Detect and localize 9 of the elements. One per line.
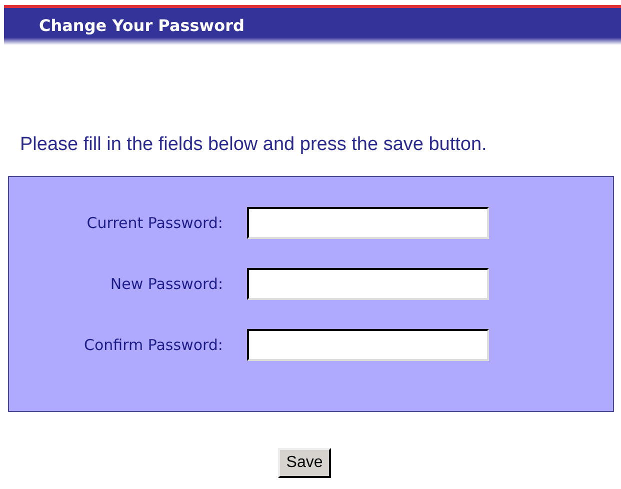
field-label: Current Password:	[86, 214, 223, 232]
field-label: New Password:	[109, 275, 223, 293]
page-title: Change Your Password	[39, 16, 244, 35]
password-field[interactable]	[247, 268, 489, 300]
field-label: Confirm Password:	[82, 336, 223, 354]
password-field[interactable]	[247, 329, 489, 361]
save-button[interactable]: Save	[278, 448, 331, 478]
instruction-text: Please fill in the fields below and press the save button.	[20, 134, 488, 156]
password-field[interactable]	[247, 207, 489, 239]
